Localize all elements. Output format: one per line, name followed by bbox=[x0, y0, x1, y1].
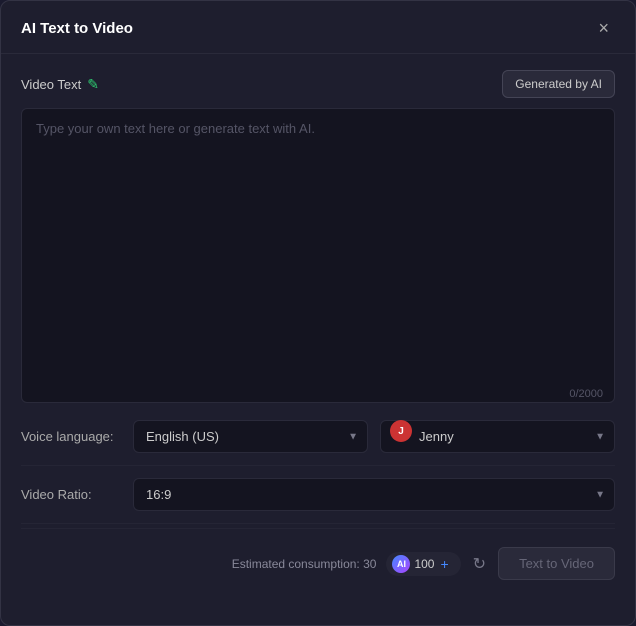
video-ratio-select-wrapper: 16:9 9:16 1:1 4:3 ▼ bbox=[133, 478, 615, 511]
video-text-label-row: Video Text ✎ Generated by AI bbox=[21, 70, 615, 98]
footer-divider bbox=[21, 528, 615, 529]
char-count: 0/2000 bbox=[569, 388, 603, 400]
footer-row: Estimated consumption: 30 AI 100 + ↻ Tex… bbox=[21, 533, 615, 590]
ai-credit-badge: AI 100 + bbox=[386, 552, 460, 576]
voice-select-wrapper: J Jenny Aria Davis Guy Jane ▼ bbox=[380, 420, 615, 453]
modal-header: AI Text to Video × bbox=[1, 1, 635, 54]
video-text-label: Video Text ✎ bbox=[21, 76, 99, 93]
modal-container: AI Text to Video × Video Text ✎ Generate… bbox=[0, 0, 636, 626]
video-text-label-text: Video Text bbox=[21, 77, 81, 92]
add-credits-button[interactable]: + bbox=[438, 556, 450, 572]
close-button[interactable]: × bbox=[592, 17, 615, 39]
video-ratio-select[interactable]: 16:9 9:16 1:1 4:3 bbox=[133, 478, 615, 511]
voice-language-label: Voice language: bbox=[21, 429, 121, 444]
voice-language-row: Voice language: English (US) English (UK… bbox=[21, 408, 615, 466]
estimated-label-text: Estimated consumption: bbox=[232, 557, 360, 571]
ai-icon: AI bbox=[392, 555, 410, 573]
video-ratio-label: Video Ratio: bbox=[21, 487, 121, 502]
voice-language-select-wrapper: English (US) English (UK) Spanish French… bbox=[133, 420, 368, 453]
modal-title: AI Text to Video bbox=[21, 20, 133, 37]
textarea-wrapper: 0/2000 bbox=[21, 108, 615, 408]
estimated-consumption-label: Estimated consumption: 30 bbox=[232, 557, 377, 571]
video-text-input[interactable] bbox=[21, 108, 615, 403]
edit-icon[interactable]: ✎ bbox=[87, 76, 99, 93]
voice-select[interactable]: Jenny Aria Davis Guy Jane bbox=[380, 420, 615, 453]
video-ratio-row: Video Ratio: 16:9 9:16 1:1 4:3 ▼ bbox=[21, 466, 615, 524]
generated-by-ai-button[interactable]: Generated by AI bbox=[502, 70, 615, 98]
modal-body: Video Text ✎ Generated by AI 0/2000 Voic… bbox=[1, 54, 635, 606]
voice-language-select[interactable]: English (US) English (UK) Spanish French… bbox=[133, 420, 368, 453]
consumption-value: 30 bbox=[363, 557, 376, 571]
ai-credits-value: 100 bbox=[414, 557, 434, 571]
text-to-video-button[interactable]: Text to Video bbox=[498, 547, 615, 580]
refresh-button[interactable]: ↻ bbox=[471, 554, 488, 574]
